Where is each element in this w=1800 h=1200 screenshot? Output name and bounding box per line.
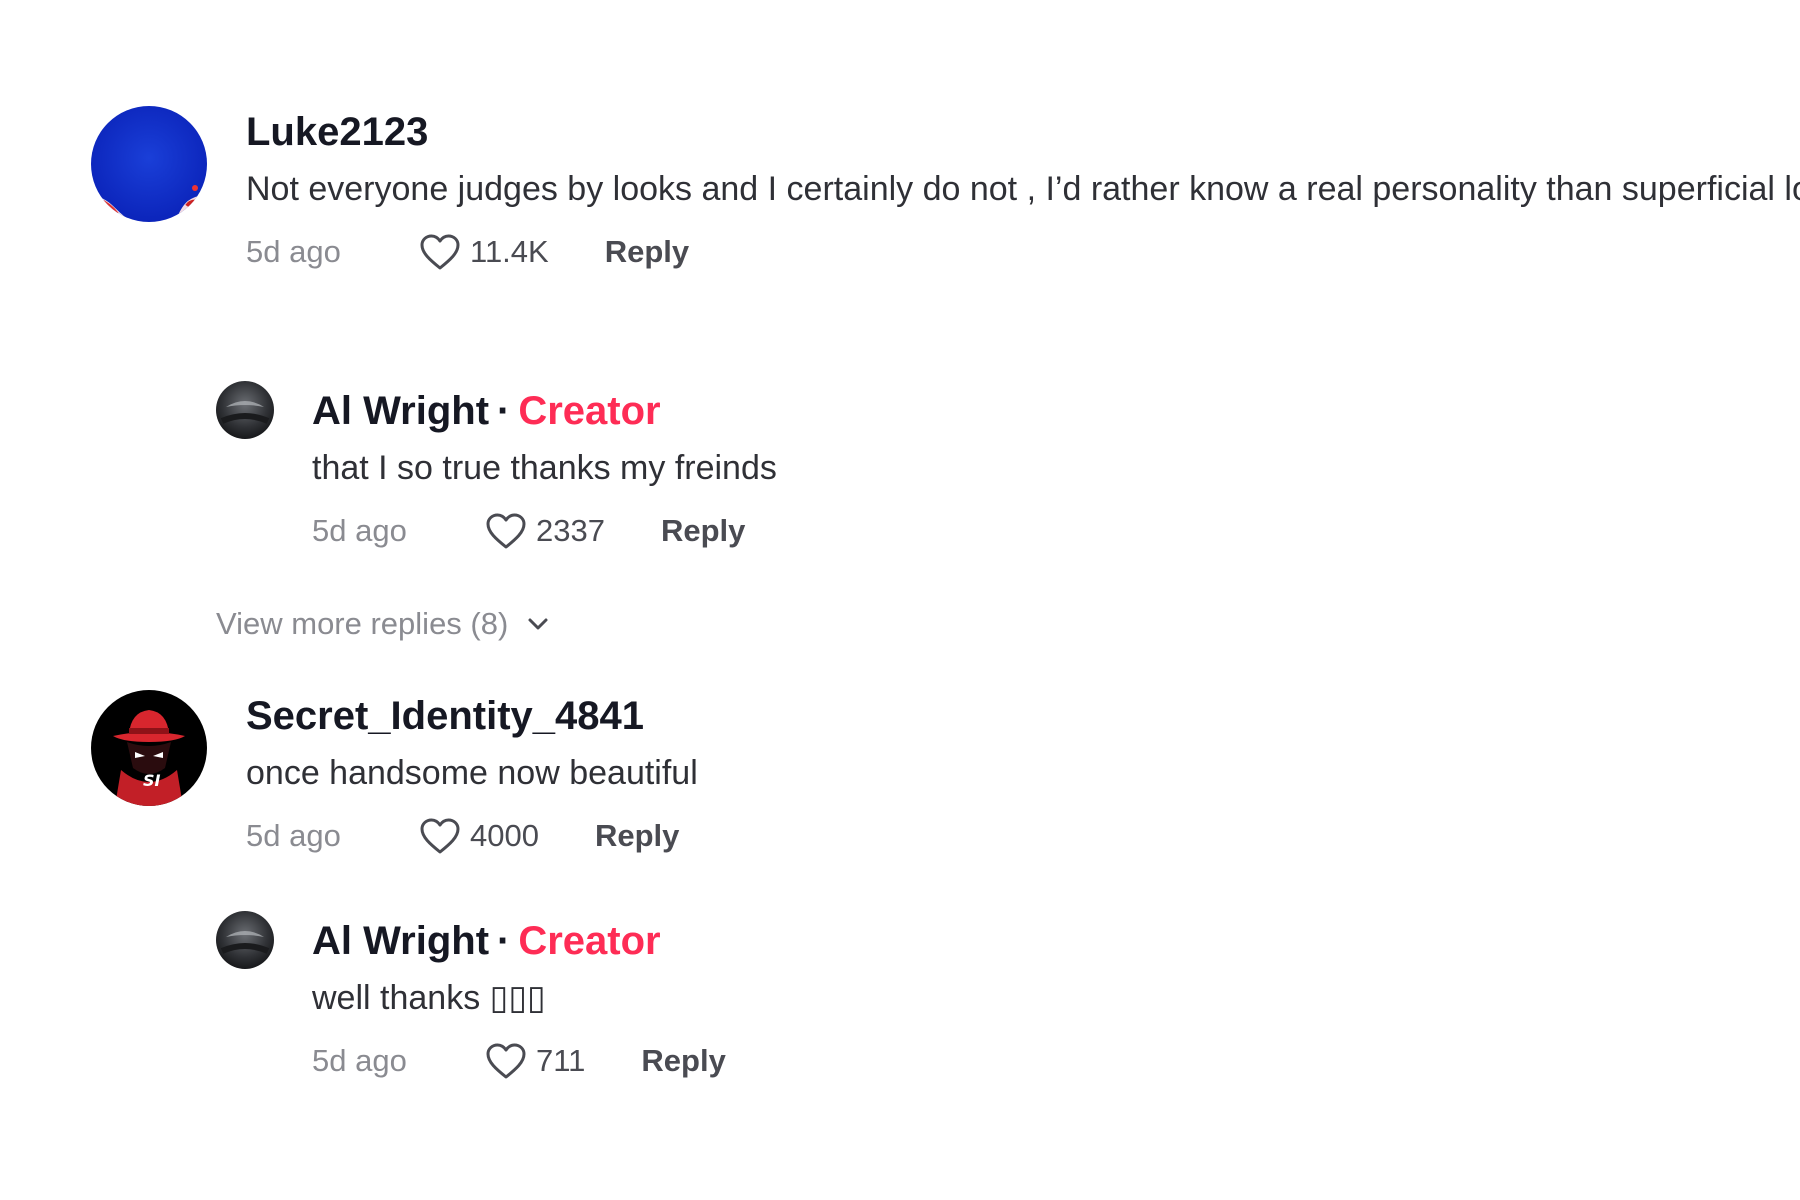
avatar[interactable]: SI	[91, 690, 207, 806]
timestamp: 5d ago	[312, 1043, 407, 1079]
reply-text: well thanks ▯▯▯	[312, 979, 546, 1017]
like-count: 2337	[536, 513, 605, 549]
reply-meta: 5d ago 2337 Reply	[312, 511, 777, 551]
comment-text: Not everyone judges by looks and I certa…	[246, 170, 1800, 208]
creator-badge: Creator	[518, 388, 661, 433]
author-row: Al Wright · Creator	[312, 385, 777, 437]
heart-outline-icon	[420, 818, 460, 854]
dark-avatar-icon	[216, 911, 274, 969]
like-button[interactable]: 2337	[484, 511, 605, 551]
timestamp: 5d ago	[246, 818, 341, 854]
creator-badge: Creator	[518, 918, 661, 963]
comment-body: Secret_Identity_4841 once handsome now b…	[246, 690, 698, 856]
heart-outline-icon	[486, 513, 526, 549]
view-more-replies-button[interactable]: View more replies (8)	[216, 606, 550, 642]
timestamp: 5d ago	[312, 513, 407, 549]
username[interactable]: Al Wright	[312, 919, 489, 964]
like-button[interactable]: 11.4K	[418, 232, 549, 272]
dark-avatar-icon	[216, 381, 274, 439]
author-row: Luke2123	[246, 106, 1800, 158]
heart-outline-icon	[420, 234, 460, 270]
comment-item: SI Secret_Identity_4841 once handsome no…	[91, 690, 698, 856]
comment-meta: 5d ago 4000 Reply	[246, 816, 698, 856]
avatar[interactable]	[216, 911, 274, 969]
timestamp: 5d ago	[246, 234, 341, 270]
separator-dot: ·	[497, 388, 511, 433]
like-button[interactable]: 711	[484, 1041, 585, 1081]
chevron-down-icon	[528, 618, 548, 630]
author-row: Al Wright · Creator	[312, 915, 726, 967]
blue-avatar-icon	[91, 106, 207, 222]
like-button[interactable]: 4000	[418, 816, 539, 856]
comment-item: Luke2123 Not everyone judges by looks an…	[91, 106, 1800, 272]
reply-item: Al Wright · Creator that I so true thank…	[216, 381, 777, 551]
comment-text: once handsome now beautiful	[246, 754, 698, 792]
comment-meta: 5d ago 11.4K Reply	[246, 232, 1800, 272]
reply-button[interactable]: Reply	[641, 1043, 725, 1079]
like-count: 4000	[470, 818, 539, 854]
reply-text: that I so true thanks my freinds	[312, 449, 777, 487]
username[interactable]: Al Wright	[312, 389, 489, 434]
reply-button[interactable]: Reply	[595, 818, 679, 854]
avatar[interactable]	[216, 381, 274, 439]
username[interactable]: Secret_Identity_4841	[246, 694, 644, 739]
svg-text:SI: SI	[143, 771, 161, 790]
reply-item: Al Wright · Creator well thanks ▯▯▯ 5d a…	[216, 911, 726, 1081]
hooded-figure-avatar-icon: SI	[91, 690, 207, 806]
reply-meta: 5d ago 711 Reply	[312, 1041, 726, 1081]
username[interactable]: Luke2123	[246, 110, 428, 155]
separator-dot: ·	[497, 918, 511, 963]
like-count: 11.4K	[470, 234, 549, 270]
comment-body: Luke2123 Not everyone judges by looks an…	[246, 106, 1800, 272]
reply-button[interactable]: Reply	[661, 513, 745, 549]
avatar[interactable]	[91, 106, 207, 222]
reply-body: Al Wright · Creator that I so true thank…	[312, 381, 777, 551]
reply-button[interactable]: Reply	[605, 234, 689, 270]
author-row: Secret_Identity_4841	[246, 690, 698, 742]
like-count: 711	[536, 1043, 586, 1079]
view-more-label: View more replies (8)	[216, 606, 509, 641]
comment-list: Luke2123 Not everyone judges by looks an…	[0, 0, 1800, 1200]
reply-body: Al Wright · Creator well thanks ▯▯▯ 5d a…	[312, 911, 726, 1081]
heart-outline-icon	[486, 1043, 526, 1079]
